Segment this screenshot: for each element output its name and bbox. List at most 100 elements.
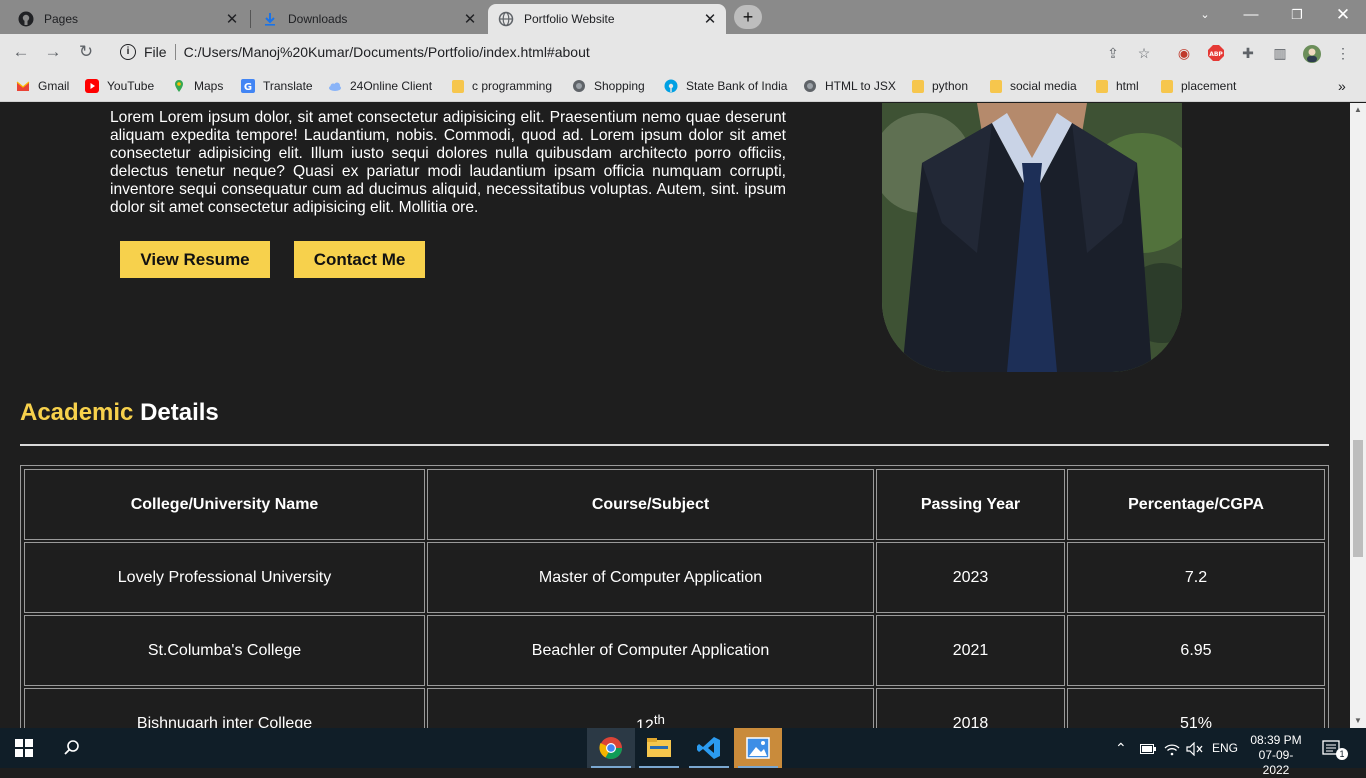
folder-icon xyxy=(990,79,1002,93)
notification-center-icon[interactable]: 1 xyxy=(1322,728,1348,768)
scrollbar-thumb[interactable] xyxy=(1353,440,1363,557)
table-cell: Beachler of Computer Application xyxy=(427,615,874,686)
share-icon[interactable]: ⇪ xyxy=(1104,44,1122,62)
chrome-taskbar-icon[interactable] xyxy=(587,728,635,768)
bookmark-shopping[interactable]: Shopping xyxy=(572,77,645,95)
youtube-icon xyxy=(85,79,99,93)
tab-downloads[interactable]: Downloads ✕ xyxy=(252,4,486,34)
globe-icon xyxy=(498,11,514,27)
close-icon[interactable]: ✕ xyxy=(702,10,718,28)
academic-details-heading: Academic Details xyxy=(20,399,219,427)
translate-icon: G xyxy=(241,79,255,93)
tab-strip: Pages ✕ Downloads ✕ Portfolio Website ✕ … xyxy=(0,0,1366,34)
scroll-up-arrow[interactable]: ▲ xyxy=(1350,103,1366,117)
photos-icon[interactable] xyxy=(734,728,782,768)
bookmark-state-bank-of-india[interactable]: State Bank of India xyxy=(664,77,787,95)
adblock-icon[interactable]: ABP xyxy=(1207,44,1225,62)
close-icon[interactable]: ✕ xyxy=(224,10,240,28)
bookmark-youtube[interactable]: YouTube xyxy=(85,77,154,95)
bookmark-label: Shopping xyxy=(594,79,645,93)
bookmark-folder-html[interactable]: html xyxy=(1096,77,1139,95)
bookmark-html-to-jsx[interactable]: HTML to JSX xyxy=(803,77,896,95)
restore-button[interactable]: ❐ xyxy=(1274,0,1320,30)
back-button[interactable]: ← xyxy=(10,41,32,63)
maps-icon xyxy=(172,79,186,93)
bookmark-label: State Bank of India xyxy=(686,79,788,93)
github-icon xyxy=(18,11,34,27)
windows-start-icon[interactable] xyxy=(0,728,48,768)
extensions-puzzle-icon[interactable]: ✚ xyxy=(1239,44,1257,62)
bookmark-folder-placement[interactable]: placement xyxy=(1161,77,1236,95)
show-hidden-icons-chevron[interactable]: ⌃ xyxy=(1115,728,1127,768)
portfolio-page: Lorem Lorem ipsum dolor, sit amet consec… xyxy=(0,103,1350,728)
tab-search-icon[interactable]: ⌄ xyxy=(1182,0,1228,30)
clock-time: 08:39 PM xyxy=(1250,733,1302,747)
table-cell: 2018 xyxy=(876,688,1065,728)
tab-divider xyxy=(250,10,251,28)
table-header-row: College/University Name Course/Subject P… xyxy=(24,469,1325,540)
globe-icon xyxy=(572,79,586,93)
tab-pages[interactable]: Pages ✕ xyxy=(8,4,248,34)
close-window-button[interactable]: ✕ xyxy=(1320,0,1366,30)
extension-owl-icon[interactable]: ◉ xyxy=(1175,44,1193,62)
heading-rest: Details xyxy=(140,399,219,426)
folder-icon xyxy=(1096,79,1108,93)
reload-button[interactable]: ↻ xyxy=(75,41,97,63)
minimize-button[interactable]: — xyxy=(1228,0,1274,30)
contact-me-button[interactable]: Contact Me xyxy=(294,241,425,278)
search-icon[interactable] xyxy=(48,728,96,768)
bookmarks-overflow-button[interactable]: » xyxy=(1338,77,1346,95)
browser-toolbar: ← → ↻ i File C:/Users/Manoj%20Kumar/Docu… xyxy=(0,34,1366,70)
bookmark-24online-client[interactable]: 24Online Client xyxy=(328,77,432,95)
bookmark-folder-c-programming[interactable]: c programming xyxy=(452,77,552,95)
info-icon[interactable]: i xyxy=(120,44,136,60)
bookmark-folder-social-media[interactable]: social media xyxy=(990,77,1077,95)
academic-table: College/University Name Course/Subject P… xyxy=(20,465,1329,728)
bookmark-label: YouTube xyxy=(107,79,155,93)
profile-photo xyxy=(882,103,1182,372)
table-cell: 6.95 xyxy=(1067,615,1325,686)
bookmark-translate[interactable]: G Translate xyxy=(241,77,313,95)
tab-title: Pages xyxy=(44,12,79,26)
battery-icon[interactable] xyxy=(1140,728,1156,768)
folder-icon xyxy=(1161,79,1173,93)
bookmark-gmail[interactable]: Gmail xyxy=(16,77,69,95)
close-icon[interactable]: ✕ xyxy=(462,10,478,28)
vscode-icon[interactable] xyxy=(685,728,733,768)
scroll-down-arrow[interactable]: ▼ xyxy=(1350,714,1366,728)
view-resume-button[interactable]: View Resume xyxy=(120,241,270,278)
side-panel-icon[interactable]: ▥ xyxy=(1271,44,1289,62)
table-cell: Master of Computer Application xyxy=(427,542,874,613)
address-bar[interactable]: i File C:/Users/Manoj%20Kumar/Documents/… xyxy=(110,38,1170,66)
globe-icon xyxy=(803,79,817,93)
column-header: Course/Subject xyxy=(427,469,874,540)
input-language[interactable]: ENG xyxy=(1212,728,1238,768)
column-header: College/University Name xyxy=(24,469,425,540)
url-divider xyxy=(174,44,176,60)
notification-count: 1 xyxy=(1336,748,1348,760)
profile-avatar[interactable] xyxy=(1302,44,1321,63)
menu-dots-icon[interactable]: ⋮ xyxy=(1334,44,1352,62)
bookmark-maps[interactable]: Maps xyxy=(172,77,223,95)
page-scrollbar[interactable]: ▲ ▼ xyxy=(1350,103,1366,728)
url-text[interactable]: C:/Users/Manoj%20Kumar/Documents/Portfol… xyxy=(184,44,590,60)
folder-icon xyxy=(912,79,924,93)
bookmark-label: placement xyxy=(1181,79,1237,93)
bookmark-folder-python[interactable]: python xyxy=(912,77,968,95)
tab-portfolio-website[interactable]: Portfolio Website ✕ xyxy=(488,4,726,34)
table-cell: St.Columba's College xyxy=(24,615,425,686)
taskbar: ⌃ ENG 08:39 PM 07-09-2022 1 xyxy=(0,728,1366,777)
new-tab-button[interactable]: + xyxy=(734,5,762,29)
clock[interactable]: 08:39 PM 07-09-2022 xyxy=(1248,728,1304,777)
tab-title: Downloads xyxy=(288,12,348,26)
forward-button[interactable]: → xyxy=(42,41,64,63)
file-explorer-icon[interactable] xyxy=(635,728,683,768)
bookmark-label: HTML to JSX xyxy=(825,79,896,93)
wifi-icon[interactable] xyxy=(1164,728,1180,768)
bookmark-star-icon[interactable]: ☆ xyxy=(1135,44,1153,62)
table-cell: 12th xyxy=(427,688,874,728)
bookmark-label: Translate xyxy=(263,79,313,93)
cloud-icon xyxy=(328,79,342,93)
about-paragraph: Lorem Lorem ipsum dolor, sit amet consec… xyxy=(110,109,786,216)
volume-muted-icon[interactable] xyxy=(1186,728,1204,768)
